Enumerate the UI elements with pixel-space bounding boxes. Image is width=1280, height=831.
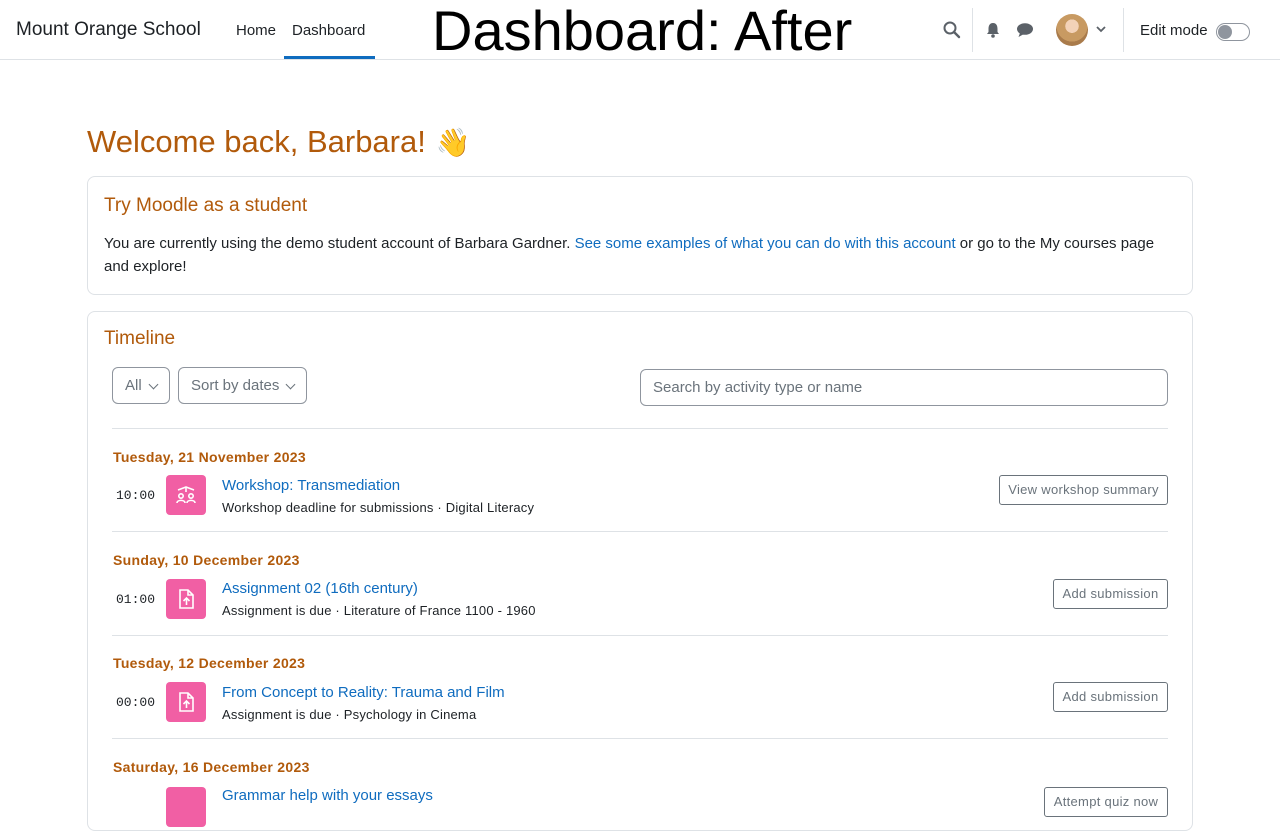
overlay-title: Dashboard: After [432,0,853,62]
event-time: 01:00 [116,592,156,607]
event-meta: Workshop deadline for submissions · Digi… [222,500,535,515]
try-text-before: You are currently using the demo student… [104,235,575,252]
search-placeholder: Search by activity type or name [653,379,863,396]
view-workshop-summary-button[interactable]: View workshop summary [999,475,1168,505]
top-navbar: Mount Orange School Home Dashboard Dashb… [0,0,1280,62]
divider [112,428,1168,429]
toggle-knob [1218,25,1232,39]
workshop-icon [166,475,206,515]
assignment-icon [166,579,206,619]
nav-dashboard-link[interactable]: Dashboard [292,22,365,39]
event-name-link[interactable]: From Concept to Reality: Trauma and Film [222,684,505,701]
nav-home-link[interactable]: Home [236,22,276,39]
active-nav-indicator [284,56,375,59]
chevron-down-icon [148,379,159,390]
timeline-title: Timeline [104,328,176,349]
bell-icon[interactable] [984,20,1004,40]
timeline-card: Timeline All Sort by dates Search by act… [87,311,1193,831]
timeline-date: Tuesday, 12 December 2023 [113,655,306,671]
try-moodle-title: Try Moodle as a student [104,195,308,216]
timeline-filter-dropdown[interactable]: All [112,367,170,404]
quiz-icon [166,787,206,827]
chevron-down-icon[interactable] [1095,22,1115,42]
timeline-search-input[interactable]: Search by activity type or name [640,369,1168,406]
examples-link[interactable]: See some examples of what you can do wit… [575,235,956,252]
event-meta: Assignment is due · Psychology in Cinema [222,707,477,722]
try-moodle-text: You are currently using the demo student… [104,232,1179,278]
event-meta: Assignment is due · Literature of France… [222,603,536,618]
event-name-link[interactable]: Assignment 02 (16th century) [222,580,418,597]
sort-label: Sort by dates [191,377,280,394]
navbar-divider [972,8,973,52]
event-time: 00:00 [116,695,156,710]
user-avatar[interactable] [1056,14,1088,46]
try-moodle-card: Try Moodle as a student You are currentl… [87,176,1193,295]
timeline-sort-dropdown[interactable]: Sort by dates [178,367,307,404]
timeline-date: Tuesday, 21 November 2023 [113,449,306,465]
add-submission-button[interactable]: Add submission [1053,579,1168,609]
event-time: 10:00 [116,488,156,503]
divider [112,635,1168,636]
event-name-link[interactable]: Workshop: Transmediation [222,477,400,494]
welcome-text: Welcome back, Barbara! [87,124,426,159]
timeline-date: Saturday, 16 December 2023 [113,759,310,775]
event-name-link[interactable]: Grammar help with your essays [222,787,433,804]
attempt-quiz-button[interactable]: Attempt quiz now [1044,787,1168,817]
add-submission-button[interactable]: Add submission [1053,682,1168,712]
site-brand[interactable]: Mount Orange School [16,19,201,41]
divider [112,738,1168,739]
chevron-down-icon [285,379,296,390]
waving-hand-icon: 👋 [435,127,471,158]
assignment-icon [166,682,206,722]
timeline-date: Sunday, 10 December 2023 [113,552,300,568]
welcome-heading: Welcome back, Barbara! 👋 [87,124,471,160]
filter-label: All [125,377,142,394]
navbar-divider [1123,8,1124,52]
search-icon[interactable] [942,20,962,40]
edit-mode-label: Edit mode [1140,22,1208,39]
divider [112,531,1168,532]
chat-icon[interactable] [1015,20,1035,40]
edit-mode-toggle[interactable] [1216,23,1250,41]
